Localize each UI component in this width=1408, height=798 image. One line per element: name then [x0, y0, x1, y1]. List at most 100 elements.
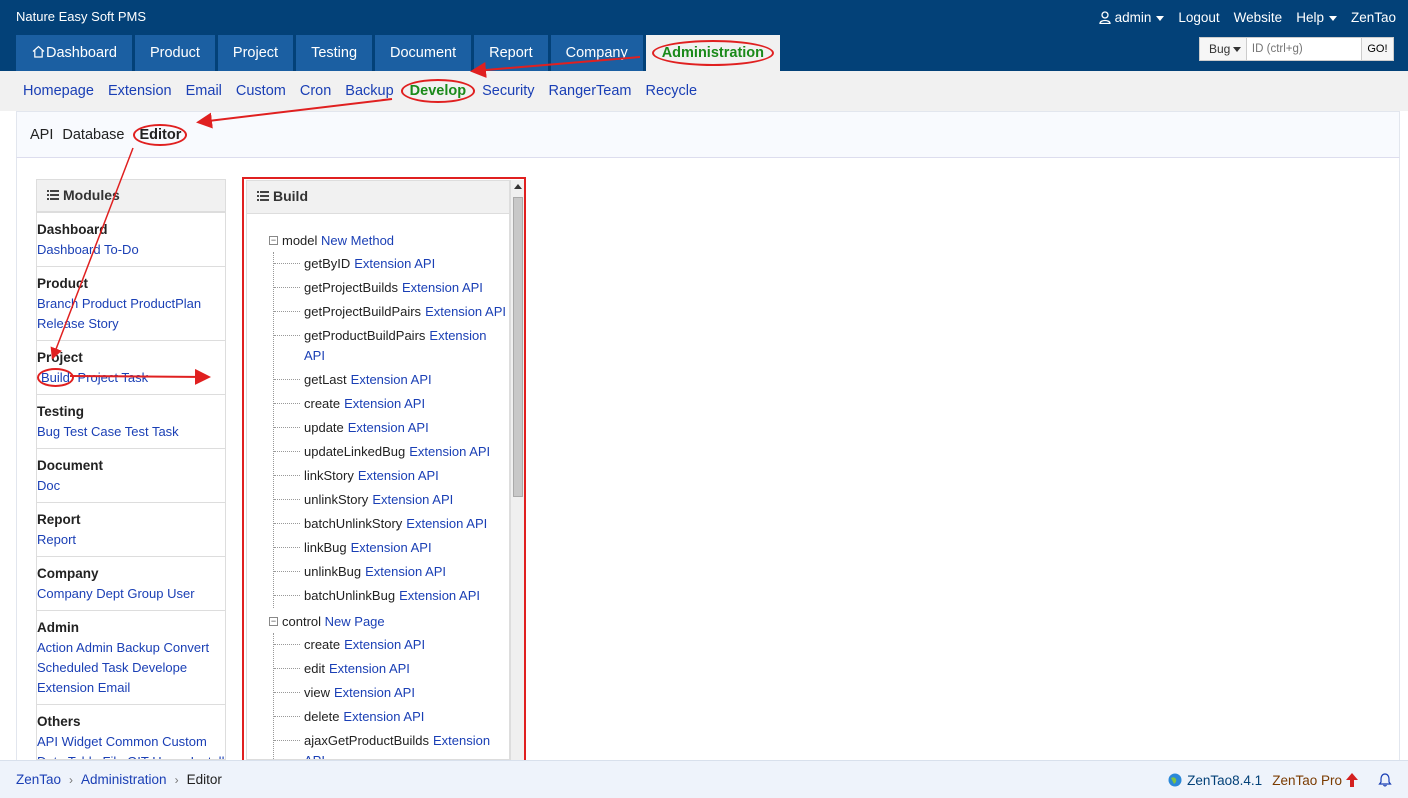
subnav-security[interactable]: Security	[475, 83, 541, 99]
extension-api-link[interactable]: Extension API	[344, 637, 425, 652]
subnav-extension[interactable]: Extension	[101, 83, 179, 99]
module-link[interactable]: Scheduled Task	[37, 660, 129, 675]
module-link[interactable]: Common	[106, 734, 159, 749]
module-group-title: Admin	[37, 620, 79, 635]
tab-product[interactable]: Product	[134, 35, 215, 71]
extension-api-link[interactable]: Extension API	[365, 564, 446, 579]
extension-api-link[interactable]: Extension API	[329, 661, 410, 676]
module-link[interactable]: Action	[37, 640, 73, 655]
module-links: Bug Test Case Test Task	[37, 422, 225, 442]
module-link[interactable]: Doc	[37, 478, 60, 493]
zentao-pro-link[interactable]: ZenTao Pro	[1272, 772, 1358, 788]
extension-api-link[interactable]: Extension API	[334, 685, 415, 700]
home-icon	[32, 45, 45, 58]
subnav-backup[interactable]: Backup	[338, 83, 400, 99]
module-link[interactable]: Company	[37, 586, 93, 601]
module-link[interactable]: Email	[98, 680, 131, 695]
list-icon	[47, 190, 59, 200]
website-link[interactable]: Website	[1234, 10, 1283, 25]
scroll-up-icon[interactable]	[514, 184, 522, 189]
bell-icon[interactable]	[1378, 773, 1392, 787]
build-panel: Build − model New Method getByID Extensio…	[246, 180, 510, 760]
module-link[interactable]: Product	[82, 296, 127, 311]
extension-api-link[interactable]: Extension API	[343, 709, 424, 724]
footer-breadcrumb: ZenTao › Administration › Editor ZenTao8…	[0, 760, 1408, 798]
collapse-icon[interactable]: −	[269, 236, 278, 245]
collapse-icon[interactable]: −	[269, 617, 278, 626]
extension-api-link[interactable]: Extension API	[351, 372, 432, 387]
module-link[interactable]: Admin	[76, 640, 113, 655]
extension-api-link[interactable]: Extension API	[344, 396, 425, 411]
module-link[interactable]: Bug	[37, 424, 60, 439]
breadcrumb-administration[interactable]: Administration	[81, 772, 167, 787]
scrollbar-thumb[interactable]	[513, 197, 523, 497]
subnav-recycle[interactable]: Recycle	[639, 83, 705, 99]
module-link[interactable]: Test Case	[64, 424, 122, 439]
extension-api-link[interactable]: Extension API	[348, 420, 429, 435]
module-link[interactable]: Task	[121, 370, 148, 385]
module-link[interactable]: Convert	[164, 640, 210, 655]
extension-api-link[interactable]: Extension API	[409, 444, 490, 459]
module-link[interactable]: Project	[78, 370, 118, 385]
version-link[interactable]: ZenTao8.4.1	[1168, 773, 1262, 788]
module-link[interactable]: Custom	[162, 734, 207, 749]
extension-api-link[interactable]: Extension API	[351, 540, 432, 555]
tab-testing[interactable]: Testing	[296, 35, 373, 71]
search-input[interactable]	[1246, 38, 1361, 60]
breadcrumb-zentao[interactable]: ZenTao	[16, 772, 61, 787]
module-link[interactable]: To-Do	[104, 242, 139, 257]
module-link[interactable]: Backup	[117, 640, 160, 655]
extension-api-link[interactable]: Extension API	[406, 516, 487, 531]
breadcrumb-separator-icon: ›	[174, 772, 179, 787]
subnav-cron[interactable]: Cron	[293, 83, 338, 99]
subnav-custom[interactable]: Custom	[229, 83, 293, 99]
develop-nav-database[interactable]: Database	[62, 127, 124, 143]
module-link[interactable]: Extension	[37, 680, 94, 695]
tab-report[interactable]: Report	[474, 35, 548, 71]
develop-nav-api[interactable]: API	[30, 127, 53, 143]
module-link[interactable]: Story	[88, 316, 118, 331]
module-link[interactable]: Report	[37, 532, 76, 547]
extension-api-link[interactable]: Extension API	[399, 588, 480, 603]
extension-api-link[interactable]: Extension API	[354, 256, 435, 271]
develop-nav-editor[interactable]: Editor	[133, 123, 188, 146]
subnav-develop[interactable]: Develop	[400, 79, 476, 103]
search-type-select[interactable]: Bug	[1200, 38, 1247, 60]
module-link[interactable]: Widget	[62, 734, 102, 749]
build-scrollbar[interactable]	[510, 180, 524, 760]
module-link[interactable]: ProductPlan	[130, 296, 201, 311]
logout-link[interactable]: Logout	[1178, 10, 1219, 25]
module-link[interactable]: User	[167, 586, 194, 601]
extension-api-link[interactable]: Extension API	[402, 280, 483, 295]
module-link[interactable]: Develope	[132, 660, 187, 675]
module-link[interactable]: Test Task	[125, 424, 179, 439]
tab-document[interactable]: Document	[375, 35, 472, 71]
module-link[interactable]: Branch	[37, 296, 78, 311]
user-menu[interactable]: admin	[1098, 10, 1165, 25]
help-menu[interactable]: Help	[1296, 10, 1337, 25]
new-page-link[interactable]: New Page	[325, 614, 385, 629]
new-method-link[interactable]: New Method	[321, 233, 394, 248]
extension-api-link[interactable]: Extension API	[425, 304, 506, 319]
footer-right: ZenTao8.4.1 ZenTao Pro	[1168, 761, 1392, 798]
search-go-button[interactable]: GO!	[1360, 38, 1393, 60]
zentao-link[interactable]: ZenTao	[1351, 10, 1396, 25]
tree-leaf: getProductBuildPairs Extension API	[274, 324, 509, 368]
module-link[interactable]: Dashboard	[37, 242, 101, 257]
subnav-email[interactable]: Email	[179, 83, 229, 99]
subnav-homepage[interactable]: Homepage	[16, 83, 101, 99]
tab-dashboard[interactable]: Dashboard	[16, 35, 132, 71]
tab-project[interactable]: Project	[217, 35, 294, 71]
subnav-rangerteam[interactable]: RangerTeam	[541, 83, 638, 99]
tab-company[interactable]: Company	[550, 35, 643, 71]
module-link[interactable]: API	[37, 734, 58, 749]
module-link[interactable]: Release	[37, 316, 85, 331]
tab-administration[interactable]: Administration	[645, 35, 781, 71]
module-group: Product Branch Product ProductPlan Releas…	[37, 267, 225, 341]
module-link[interactable]: Dept	[96, 586, 123, 601]
extension-api-link[interactable]: Extension API	[358, 468, 439, 483]
extension-api-link[interactable]: Extension API	[372, 492, 453, 507]
module-link[interactable]: Group	[127, 586, 163, 601]
user-icon	[1098, 11, 1111, 24]
module-link[interactable]: Build	[37, 368, 74, 387]
